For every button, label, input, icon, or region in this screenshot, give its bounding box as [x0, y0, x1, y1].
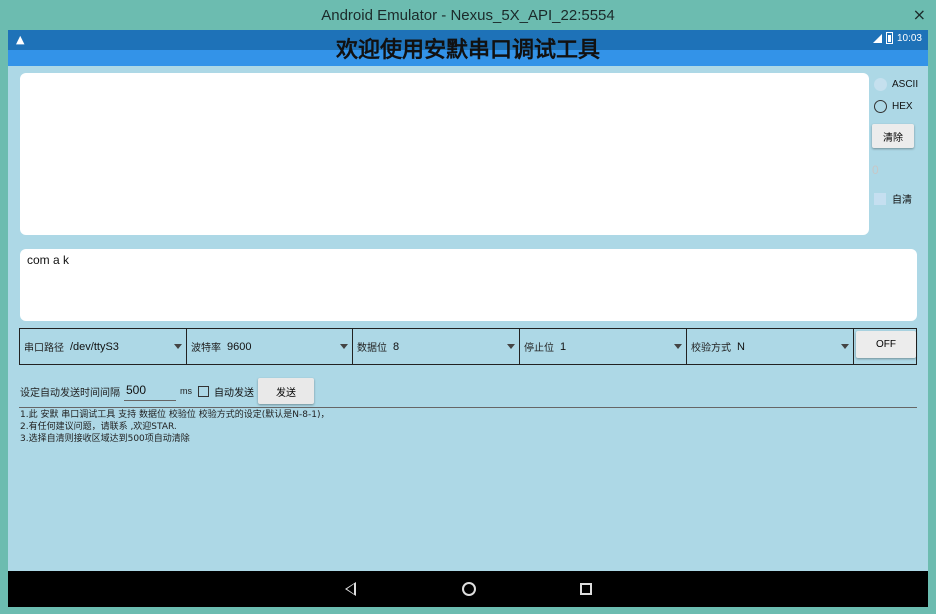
checkbox-icon [874, 192, 886, 205]
window-title: Android Emulator - Nexus_5X_API_22:5554 [321, 6, 615, 24]
stopbits-label: 停止位 [524, 343, 554, 354]
auto-clear-checkbox[interactable]: 自清 [874, 191, 912, 206]
ascii-radio-icon [874, 78, 887, 91]
note-line: 1.此 安默 串口调试工具 支持 数据位 校验位 校验方式的设定(默认是N-8-… [20, 410, 330, 420]
parity-value: N [737, 340, 745, 353]
stopbits-select[interactable]: 停止位 1 [520, 329, 687, 364]
baud-select[interactable]: 波特率 9600 [187, 329, 353, 364]
auto-send-label: 自动发送 [214, 387, 254, 399]
port-select[interactable]: 串口路径 /dev/ttyS3 [20, 329, 187, 364]
chevron-down-icon [507, 344, 515, 349]
stopbits-value: 1 [560, 340, 567, 353]
databits-select[interactable]: 数据位 8 [353, 329, 520, 364]
receive-count: 0 [872, 163, 879, 177]
parity-label: 校验方式 [691, 343, 731, 354]
hex-label: HEX [892, 101, 913, 112]
databits-label: 数据位 [357, 343, 387, 354]
hex-radio[interactable]: HEX [874, 100, 913, 113]
interval-input[interactable]: 500 [124, 381, 176, 401]
send-input[interactable]: com a k [20, 249, 917, 321]
chevron-down-icon [841, 344, 849, 349]
databits-value: 8 [393, 340, 400, 353]
home-icon[interactable] [462, 582, 476, 596]
note-line: 3.选择自清则接收区域达到500项自动清除 [20, 434, 190, 444]
recent-apps-icon[interactable] [580, 583, 592, 595]
baud-value: 9600 [227, 340, 252, 353]
send-button[interactable]: 发送 [258, 378, 314, 404]
emulator-screen: ▲ 10:03 欢迎使用安默串口调试工具 ASCII HEX 清除 0 自清 c… [8, 30, 928, 607]
ascii-label: ASCII [892, 79, 919, 90]
app-title: 欢迎使用安默串口调试工具 [335, 38, 600, 63]
interval-label: 设定自动发送时间间隔 [20, 387, 120, 399]
notes: 1.此 安默 串口调试工具 支持 数据位 校验位 校验方式的设定(默认是N-8-… [20, 409, 329, 445]
baud-label: 波特率 [191, 343, 221, 354]
chevron-down-icon [174, 344, 182, 349]
chevron-down-icon [674, 344, 682, 349]
note-line: 2.有任何建议问题，请联系 ,欢迎STAR. [20, 422, 177, 432]
hex-radio-icon [874, 100, 887, 113]
navigation-bar [8, 571, 928, 607]
window-titlebar: Android Emulator - Nexus_5X_API_22:5554 … [0, 0, 936, 30]
close-icon[interactable]: × [913, 5, 926, 24]
divider [19, 407, 917, 408]
port-label: 串口路径 [24, 343, 64, 354]
ascii-radio[interactable]: ASCII [874, 78, 918, 91]
clear-button[interactable]: 清除 [872, 124, 914, 148]
port-value: /dev/ttyS3 [70, 340, 119, 353]
back-icon[interactable] [345, 582, 356, 596]
auto-send-row: 设定自动发送时间间隔 500 ms 自动发送 发送 [20, 377, 314, 405]
port-toggle-button[interactable]: OFF [856, 331, 916, 358]
chevron-down-icon [340, 344, 348, 349]
auto-send-checkbox[interactable] [198, 385, 209, 397]
auto-clear-label: 自清 [892, 195, 912, 206]
receive-area[interactable] [20, 73, 869, 235]
serial-settings-row: 串口路径 /dev/ttyS3 波特率 9600 数据位 8 停止位 1 校验方… [19, 328, 917, 365]
interval-unit: ms [180, 386, 192, 396]
parity-select[interactable]: 校验方式 N [687, 329, 854, 364]
